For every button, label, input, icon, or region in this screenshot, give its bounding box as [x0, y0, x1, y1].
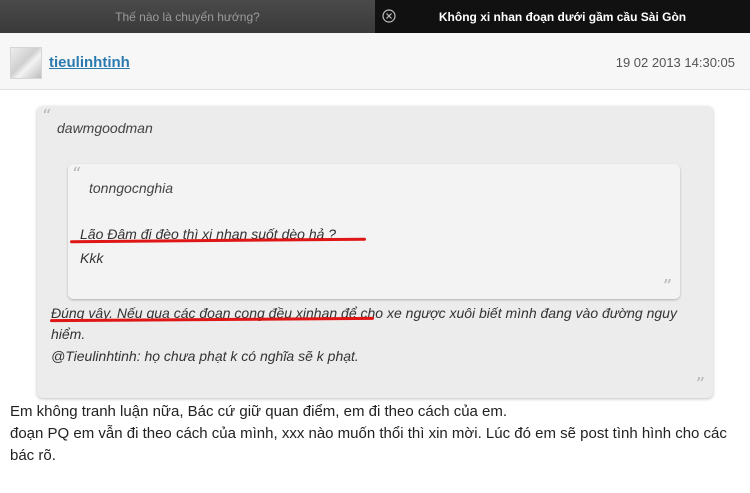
- tab-khong-xi-nhan[interactable]: Không xi nhan đoạn dưới gầm cầu Sài Gòn: [375, 0, 750, 33]
- quote-outer: “ dawmgoodman “ tonngocnghia Lão Đâm đi …: [37, 106, 713, 398]
- quote-text: Đúng vậy. Nếu qua các đoạn cong đều xinh…: [51, 305, 677, 342]
- quote-open-icon: “: [42, 106, 52, 127]
- quote-author: dawmgoodman: [57, 120, 153, 136]
- quote-inner: “ tonngocnghia Lão Đâm đi đèo thì xi nha…: [68, 164, 680, 299]
- quote-author: tonngocnghia: [89, 180, 174, 196]
- avatar[interactable]: [10, 47, 42, 79]
- quote-close-icon: ”: [695, 374, 705, 395]
- post-paragraph: đoạn PQ em vẫn đi theo cách của mình, xx…: [10, 425, 727, 464]
- quote-text: @Tieulinhtinh: họ chưa phạt k có nghĩa s…: [51, 348, 359, 364]
- post-body: Em không tranh luận nữa, Bác cứ giữ quan…: [10, 401, 740, 467]
- tab-label: Thế nào là chuyển hướng?: [115, 9, 260, 24]
- post-timestamp: 19 02 2013 14:30:05: [615, 55, 735, 70]
- tab-label: Không xi nhan đoạn dưới gầm cầu Sài Gòn: [438, 9, 687, 24]
- post-paragraph: Em không tranh luận nữa, Bác cứ giữ quan…: [10, 403, 508, 420]
- quote-open-icon: “: [72, 164, 82, 185]
- tab-chuyen-huong[interactable]: Thế nào là chuyển hướng?: [0, 0, 375, 33]
- quote-close-icon: ”: [662, 276, 672, 297]
- quote-text: Kkk: [80, 250, 104, 266]
- tab-bar: Thế nào là chuyển hướng? Không xi nhan đ…: [0, 0, 750, 33]
- post-header: tieulinhtinh 19 02 2013 14:30:05: [0, 33, 750, 90]
- close-circle-icon[interactable]: [382, 9, 396, 23]
- username-link[interactable]: tieulinhtinh: [49, 54, 130, 71]
